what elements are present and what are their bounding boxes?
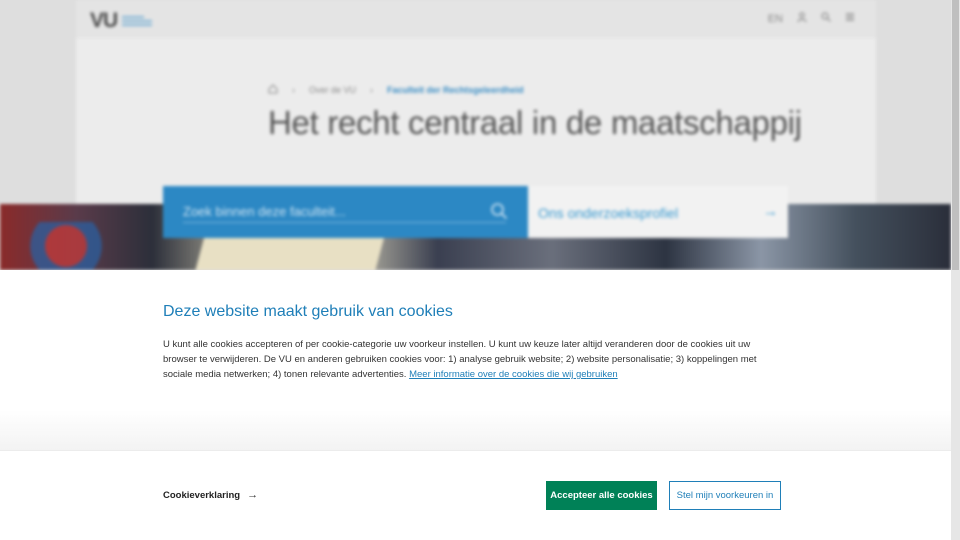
- breadcrumb-item-current: Faculteit der Rechtsgeleerdheid: [387, 85, 524, 95]
- breadcrumb: › Over de VU › Faculteit der Rechtsgelee…: [268, 84, 524, 96]
- hero-image-detail: [195, 236, 385, 270]
- search-icon[interactable]: [821, 12, 831, 25]
- vu-logo[interactable]: VU: [90, 9, 153, 33]
- cookie-banner-body: U kunt alle cookies accepteren of per co…: [163, 337, 785, 382]
- cookie-declaration-label: Cookieverklaring: [163, 489, 241, 501]
- cookie-action-bar: Cookieverklaring → Accepteer alle cookie…: [0, 450, 951, 540]
- hero-image-detail: [30, 222, 120, 270]
- accept-all-cookies-button[interactable]: Accepteer alle cookies: [546, 481, 657, 510]
- breadcrumb-separator: ›: [370, 85, 374, 95]
- breadcrumb-item-over-de-vu[interactable]: Over de VU: [309, 85, 356, 95]
- logo-text: VU: [90, 9, 118, 32]
- research-profile-label: Ons onderzoeksprofiel: [538, 205, 679, 221]
- header-icons: EN: [768, 12, 855, 25]
- background-page: VU EN › Over de VU › Faculteit der Recht…: [0, 0, 951, 270]
- home-icon[interactable]: [268, 84, 278, 96]
- page-title: Het recht centraal in de maatschappij: [268, 104, 802, 141]
- arrow-right-icon: →: [247, 489, 259, 501]
- menu-icon[interactable]: [845, 12, 855, 25]
- search-underline: [183, 222, 506, 223]
- cookie-banner-title: Deze website maakt gebruik van cookies: [163, 303, 453, 320]
- scrollbar[interactable]: [951, 0, 960, 540]
- research-profile-link[interactable]: Ons onderzoeksprofiel →: [528, 186, 788, 238]
- search-icon[interactable]: [490, 202, 508, 225]
- cookie-declaration-link[interactable]: Cookieverklaring →: [163, 489, 258, 501]
- scrollbar-thumb[interactable]: [952, 0, 959, 270]
- background-blur-layer: VU EN › Over de VU › Faculteit der Recht…: [0, 0, 951, 270]
- set-preferences-button[interactable]: Stel mijn voorkeuren in: [669, 481, 781, 510]
- language-switch[interactable]: EN: [768, 13, 783, 25]
- logo-subtitle-lines: [122, 16, 153, 26]
- cookie-banner: Deze website maakt gebruik van cookies U…: [0, 270, 951, 450]
- cookie-banner-fade: [0, 410, 951, 450]
- arrow-right-icon: →: [763, 203, 778, 220]
- more-info-link[interactable]: Meer informatie over de cookies die wij …: [409, 369, 618, 380]
- site-header: [76, 0, 876, 38]
- search-placeholder: Zoek binnen deze faculteit...: [183, 204, 346, 219]
- user-icon[interactable]: [797, 12, 807, 25]
- breadcrumb-separator: ›: [292, 85, 295, 95]
- faculty-search[interactable]: Zoek binnen deze faculteit...: [163, 186, 528, 238]
